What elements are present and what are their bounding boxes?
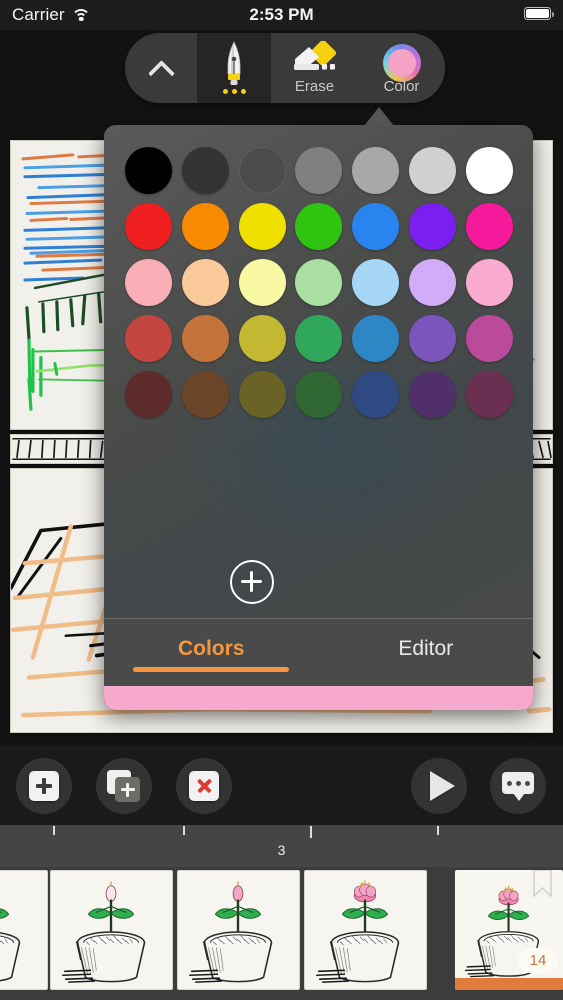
tab-colors[interactable]: Colors — [104, 619, 319, 686]
filmstrip-frame[interactable] — [177, 870, 300, 990]
speech-bubble-dots-icon — [502, 772, 534, 801]
timeline-marker-label: 3 — [277, 842, 286, 858]
color-swatch-29[interactable] — [182, 371, 230, 418]
color-swatch-6[interactable] — [465, 147, 513, 194]
color-swatch-18[interactable] — [352, 259, 400, 306]
filmstrip-frame[interactable] — [50, 870, 173, 990]
pen-tool-button[interactable] — [197, 33, 271, 103]
status-bar-right — [524, 7, 554, 20]
color-swatch-16[interactable] — [238, 259, 286, 306]
comment-button[interactable] — [490, 758, 546, 814]
collapse-toolbar-button[interactable] — [125, 33, 197, 103]
color-swatch-2[interactable] — [238, 147, 286, 194]
selected-color-bar — [104, 686, 533, 710]
color-wheel-icon — [382, 44, 421, 82]
filmstrip-frame[interactable]: 14 — [455, 870, 563, 990]
popover-pointer-arrow — [364, 107, 394, 126]
frame-number-badge: 14 — [518, 948, 558, 973]
color-swatch-5[interactable] — [408, 147, 456, 194]
color-swatch-grid — [125, 147, 513, 418]
frame-actions-toolbar — [0, 745, 563, 825]
color-swatch-24[interactable] — [295, 315, 343, 362]
erase-tool-label: Erase — [294, 78, 335, 95]
app-root: Carrier 2:53 PM Erase Color Colors Edito… — [0, 0, 563, 1000]
color-swatch-25[interactable] — [352, 315, 400, 362]
delete-frame-button[interactable] — [176, 758, 232, 814]
add-frame-button[interactable] — [16, 758, 72, 814]
color-swatch-30[interactable] — [238, 371, 286, 418]
color-picker-popover: Colors Editor — [104, 125, 533, 710]
color-swatch-0[interactable] — [125, 147, 173, 194]
color-swatch-10[interactable] — [295, 203, 343, 250]
active-tab-underline — [133, 667, 290, 672]
color-swatch-7[interactable] — [125, 203, 173, 250]
popover-tab-bar: Colors Editor — [104, 618, 533, 686]
fountain-pen-nib-icon — [221, 41, 247, 87]
x-square-icon — [189, 771, 219, 801]
plus-square-icon — [29, 771, 59, 801]
filmstrip-frame[interactable] — [304, 870, 427, 990]
color-swatch-3[interactable] — [295, 147, 343, 194]
ruler-tick — [437, 826, 439, 835]
filmstrip-frame[interactable] — [0, 870, 48, 990]
tab-colors-label: Colors — [177, 636, 245, 660]
status-bar-clock: 2:53 PM — [249, 5, 314, 24]
play-button[interactable] — [411, 758, 467, 814]
color-swatch-28[interactable] — [125, 371, 173, 418]
ruler-tick — [310, 826, 312, 838]
color-swatch-8[interactable] — [182, 203, 230, 250]
color-tool-label: Color — [383, 78, 420, 95]
color-swatch-13[interactable] — [465, 203, 513, 250]
color-swatch-23[interactable] — [238, 315, 286, 362]
color-tool-button[interactable]: Color — [358, 33, 445, 103]
color-swatch-17[interactable] — [295, 259, 343, 306]
frame-selected-bar — [455, 978, 563, 990]
color-swatch-15[interactable] — [182, 259, 230, 306]
add-color-button[interactable] — [230, 560, 274, 604]
color-swatch-22[interactable] — [182, 315, 230, 362]
color-swatch-20[interactable] — [465, 259, 513, 306]
color-swatch-21[interactable] — [125, 315, 173, 362]
color-swatch-9[interactable] — [238, 203, 286, 250]
ruler-tick — [183, 826, 185, 835]
color-swatch-27[interactable] — [465, 315, 513, 362]
color-swatch-31[interactable] — [295, 371, 343, 418]
ruler-tick — [53, 826, 55, 835]
erase-tool-button[interactable]: Erase — [271, 33, 358, 103]
drawing-toolbar: Erase Color — [125, 33, 445, 103]
color-swatch-19[interactable] — [408, 259, 456, 306]
duplicate-plus-icon — [107, 770, 141, 802]
color-swatch-14[interactable] — [125, 259, 173, 306]
play-icon — [429, 771, 455, 801]
bookmark-icon[interactable] — [533, 870, 552, 898]
color-swatch-1[interactable] — [182, 147, 230, 194]
status-bar: Carrier 2:53 PM — [0, 0, 563, 30]
color-swatch-33[interactable] — [408, 371, 456, 418]
eraser-icon — [293, 39, 337, 78]
color-swatch-11[interactable] — [352, 203, 400, 250]
chevron-up-icon — [151, 58, 171, 78]
color-swatch-26[interactable] — [408, 315, 456, 362]
tab-editor[interactable]: Editor — [319, 619, 534, 686]
battery-icon — [524, 7, 554, 20]
timeline-ruler[interactable]: 3 — [0, 825, 563, 867]
color-swatch-32[interactable] — [352, 371, 400, 418]
tab-editor-label: Editor — [398, 636, 454, 660]
current-color-indicator — [387, 49, 416, 77]
color-swatch-4[interactable] — [352, 147, 400, 194]
duplicate-frame-button[interactable] — [96, 758, 152, 814]
color-swatch-34[interactable] — [465, 371, 513, 418]
frame-filmstrip[interactable]: 14 — [0, 867, 563, 1000]
three-dots-indicator — [197, 89, 271, 94]
color-swatch-12[interactable] — [408, 203, 456, 250]
